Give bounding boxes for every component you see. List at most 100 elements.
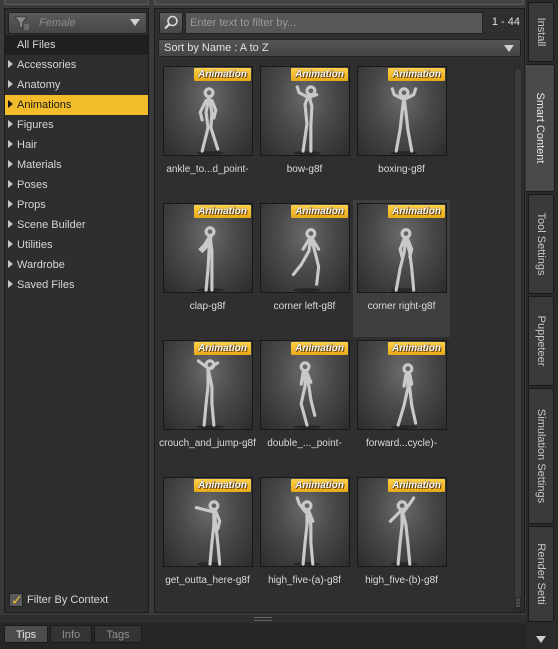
animation-badge: Animation	[291, 342, 348, 355]
expand-arrow-icon[interactable]	[8, 280, 13, 288]
figure-pose-icon	[390, 228, 418, 292]
tile-thumbnail: Animation	[260, 203, 350, 293]
side-tab-render-setti[interactable]: Render Setti	[528, 526, 554, 622]
side-tab-install[interactable]: Install	[528, 2, 554, 62]
side-tab-label: Simulation Settings	[535, 408, 547, 504]
category-item-all-files[interactable]: All Files	[5, 35, 148, 55]
filter-by-context[interactable]: ✓ Filter By Context	[9, 592, 108, 608]
expand-arrow-icon[interactable]	[8, 80, 13, 88]
animation-badge: Animation	[388, 205, 445, 218]
bottom-tab-info[interactable]: Info	[50, 625, 92, 643]
pane-splitter[interactable]	[0, 615, 526, 623]
tile-label: bow-g8f	[286, 164, 323, 175]
figure-pose-icon	[291, 228, 321, 292]
tile-label: high_five-(b)-g8f	[365, 575, 438, 586]
side-tab-tool-settings[interactable]: Tool Settings	[528, 194, 554, 294]
expand-arrow-icon[interactable]	[8, 100, 13, 108]
content-panel: 1 - 44 Sort by Name : A to Z Animation an…	[154, 8, 525, 613]
top-separator-right	[154, 0, 524, 5]
expand-arrow-icon[interactable]	[8, 260, 13, 268]
category-item-materials[interactable]: Materials	[5, 155, 148, 175]
tabs-scroll-down-icon[interactable]	[536, 636, 546, 643]
tile-thumbnail: Animation	[163, 340, 253, 430]
content-scrollbar[interactable]	[514, 65, 522, 611]
animation-badge: Animation	[291, 205, 348, 218]
category-item-scene-builder[interactable]: Scene Builder	[5, 215, 148, 235]
category-item-poses[interactable]: Poses	[5, 175, 148, 195]
tile-label: corner right-g8f	[367, 301, 436, 312]
content-tile-crouch-and-jump-g8f[interactable]: Animation crouch_and_jump-g8f	[159, 337, 256, 474]
expand-arrow-icon[interactable]	[8, 220, 13, 228]
figure-pose-icon	[194, 500, 224, 566]
figure-pose-icon	[196, 359, 224, 429]
top-separator-left	[4, 0, 149, 5]
category-item-props[interactable]: Props	[5, 195, 148, 215]
expand-arrow-icon[interactable]	[8, 140, 13, 148]
animation-badge: Animation	[291, 68, 348, 81]
side-tab-label: Render Setti	[535, 543, 547, 605]
side-tab-label: Smart Content	[534, 92, 546, 164]
sort-dropdown[interactable]: Sort by Name : A to Z	[158, 39, 521, 57]
animation-badge: Animation	[194, 479, 251, 492]
scrollbar-thumb[interactable]	[515, 69, 521, 599]
tile-thumbnail: Animation	[357, 340, 447, 430]
expand-arrow-icon[interactable]	[8, 200, 13, 208]
category-item-wardrobe[interactable]: Wardrobe	[5, 255, 148, 275]
tile-thumbnail: Animation	[163, 203, 253, 293]
category-label: Utilities	[17, 239, 53, 251]
content-tile-boxing-g8f[interactable]: Animation boxing-g8f	[353, 63, 450, 200]
category-item-animations[interactable]: Animations	[5, 95, 148, 115]
animation-badge: Animation	[388, 342, 445, 355]
bottom-tab-tags[interactable]: Tags	[94, 625, 142, 643]
animation-badge: Animation	[194, 342, 251, 355]
top-strip	[0, 0, 525, 6]
content-tile-clap-g8f[interactable]: Animation clap-g8f	[159, 200, 256, 337]
expand-arrow-icon[interactable]	[8, 120, 13, 128]
expand-arrow-icon[interactable]	[8, 240, 13, 248]
category-item-hair[interactable]: Hair	[5, 135, 148, 155]
content-tile-get-outta-here-g8f[interactable]: Animation get_outta_here-g8f	[159, 474, 256, 611]
content-tile-double-point[interactable]: Animation double_..._point-	[256, 337, 353, 474]
search-input[interactable]	[185, 12, 483, 34]
expand-arrow-icon[interactable]	[8, 180, 13, 188]
category-item-figures[interactable]: Figures	[5, 115, 148, 135]
category-list: All Files Accessories Anatomy Animations Fig…	[5, 35, 148, 295]
category-label: All Files	[17, 39, 56, 51]
tile-label: corner left-g8f	[273, 301, 336, 312]
figure-pose-icon	[388, 496, 418, 566]
expand-arrow-icon[interactable]	[8, 60, 13, 68]
search-row: 1 - 44	[159, 12, 522, 34]
content-tile-forward-cycle[interactable]: Animation forward...cycle)-	[353, 337, 450, 474]
sort-label: Sort by Name : A to Z	[164, 42, 269, 54]
content-tile-bow-g8f[interactable]: Animation bow-g8f	[256, 63, 353, 200]
category-item-accessories[interactable]: Accessories	[5, 55, 148, 75]
tile-label: clap-g8f	[189, 301, 226, 312]
content-tile-corner-left-g8f[interactable]: Animation corner left-g8f	[256, 200, 353, 337]
figure-filter-dropdown[interactable]: Female	[8, 12, 147, 34]
category-label: Scene Builder	[17, 219, 86, 231]
content-tile-high-five-b-g8f[interactable]: Animation high_five-(b)-g8f	[353, 474, 450, 611]
category-item-anatomy[interactable]: Anatomy	[5, 75, 148, 95]
side-tab-label: Install	[535, 17, 547, 47]
side-tab-puppeteer[interactable]: Puppeteer	[528, 296, 554, 386]
search-icon	[164, 15, 178, 30]
tile-thumbnail: Animation	[260, 477, 350, 567]
filter-by-context-checkbox[interactable]: ✓	[9, 592, 23, 608]
checkmark-icon: ✓	[11, 592, 23, 608]
content-tile-high-five-a-g8f[interactable]: Animation high_five-(a)-g8f	[256, 474, 353, 611]
content-tile-corner-right-g8f[interactable]: Animation corner right-g8f	[353, 200, 450, 337]
side-tab-simulation-settings[interactable]: Simulation Settings	[528, 388, 554, 524]
category-label: Props	[17, 199, 46, 211]
expand-arrow-icon[interactable]	[8, 160, 13, 168]
tile-thumbnail: Animation	[357, 203, 447, 293]
content-tile-ankle-to-d-point[interactable]: Animation ankle_to...d_point-	[159, 63, 256, 200]
category-item-saved-files[interactable]: Saved Files	[5, 275, 148, 295]
side-tab-smart-content[interactable]: Smart Content	[526, 64, 555, 192]
bottom-tab-tips[interactable]: Tips	[4, 625, 48, 643]
splitter-grip-icon	[254, 617, 272, 621]
category-item-utilities[interactable]: Utilities	[5, 235, 148, 255]
category-label: Hair	[17, 139, 38, 151]
category-label: Materials	[17, 159, 62, 171]
tile-label: double_..._point-	[267, 438, 342, 449]
search-button[interactable]	[159, 12, 183, 34]
